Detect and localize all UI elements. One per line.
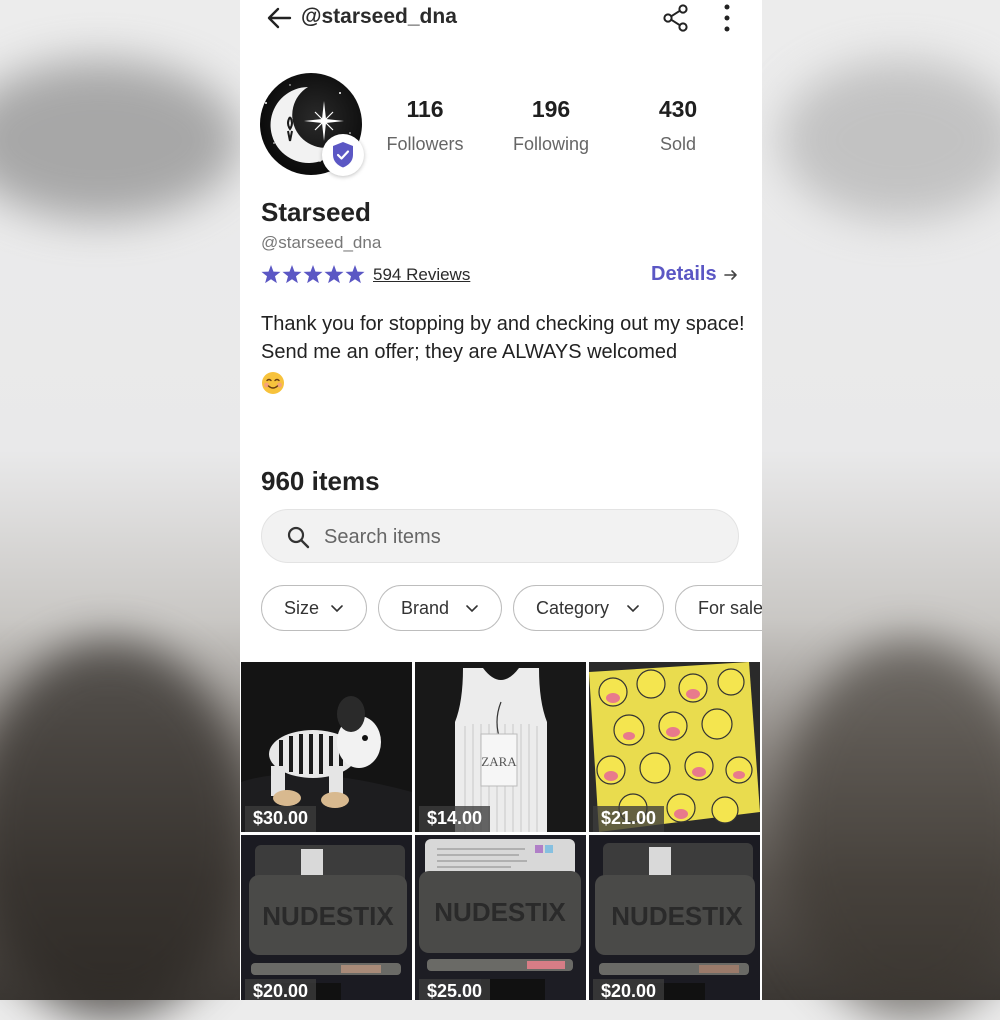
shop-screen: @starseed_dna 116 Followers 196 Followin… [240, 0, 762, 1000]
price-tag: $30.00 [245, 806, 317, 832]
star-icon [282, 265, 302, 284]
items-grid: $30.00 ZARA $14.00 $21.00 NUDESTIX $20.0… [241, 662, 762, 1000]
price-tag: $14.00 [419, 806, 491, 832]
listing-tile[interactable]: $30.00 [241, 662, 412, 832]
search-bar[interactable] [261, 509, 739, 563]
shop-name: Starseed [261, 197, 371, 227]
verified-badge [322, 134, 364, 176]
chevron-down-icon [627, 605, 639, 613]
reviews-link[interactable]: 594 Reviews [373, 265, 470, 285]
top-bar: @starseed_dna [240, 0, 762, 38]
price-tag: $20.00 [245, 979, 317, 1000]
bio-text: Thank you for stopping by and checking o… [261, 313, 745, 363]
price-tag: $20.00 [593, 979, 665, 1000]
listing-tile[interactable]: NUDESTIX $20.00 [589, 835, 760, 1000]
star-icon [303, 265, 323, 284]
filter-category[interactable]: Category [513, 585, 664, 631]
smiling-face-icon [262, 371, 284, 394]
background-blur [780, 60, 1000, 220]
svg-text:ZARA: ZARA [481, 754, 517, 769]
verified-shield-icon [333, 142, 353, 168]
chevron-down-icon [466, 605, 478, 613]
price-tag: $25.00 [419, 979, 491, 1000]
star-icon [261, 265, 281, 284]
filter-brand[interactable]: Brand [378, 585, 502, 631]
filter-category-label: Category [536, 598, 610, 618]
sold-stat: 430 Sold [618, 96, 738, 155]
listing-tile[interactable]: NUDESTIX $20.00 [241, 835, 412, 1000]
background-blur [0, 60, 240, 220]
listing-thumbnail: NUDESTIX [415, 835, 586, 1000]
followers-label: Followers [386, 134, 464, 154]
price-tag: $21.00 [593, 806, 665, 832]
svg-text:NUDESTIX: NUDESTIX [611, 901, 743, 931]
bio: Thank you for stopping by and checking o… [261, 310, 751, 395]
following-count: 196 [531, 96, 571, 122]
listing-tile[interactable]: NUDESTIX $25.00 [415, 835, 586, 1000]
filter-size[interactable]: Size [261, 585, 367, 631]
listing-thumbnail: NUDESTIX [241, 835, 412, 1000]
search-input[interactable] [322, 520, 726, 554]
star-icon [324, 265, 344, 284]
listing-tile[interactable]: $21.00 [589, 662, 760, 832]
listing-thumbnail: NUDESTIX [589, 835, 760, 1000]
chevron-down-icon [331, 605, 343, 613]
filter-brand-label: Brand [401, 598, 450, 618]
background-blur [780, 640, 1000, 1020]
sold-label: Sold [659, 134, 697, 154]
items-count: 960 items [261, 466, 380, 496]
filter-for-sale-label: For sale [698, 598, 762, 618]
details-link[interactable]: Details [651, 263, 717, 286]
listing-tile[interactable]: ZARA $14.00 [415, 662, 586, 832]
share-icon[interactable] [661, 3, 691, 33]
filter-for-sale[interactable]: For sale [675, 585, 762, 631]
more-vertical-icon[interactable] [714, 3, 740, 33]
search-icon [287, 526, 310, 549]
followers-stat[interactable]: 116 Followers [365, 96, 485, 155]
followers-count: 116 [406, 96, 444, 122]
page-title: @starseed_dna [301, 5, 457, 28]
background-blur [0, 640, 250, 1020]
filter-size-label: Size [284, 598, 320, 618]
following-stat[interactable]: 196 Following [491, 96, 611, 155]
arrow-right-icon[interactable] [723, 267, 739, 283]
back-arrow-icon[interactable] [266, 6, 292, 30]
svg-text:NUDESTIX: NUDESTIX [262, 901, 394, 931]
star-rating [261, 265, 365, 284]
svg-text:NUDESTIX: NUDESTIX [434, 897, 566, 927]
following-label: Following [512, 134, 590, 154]
shop-handle: @starseed_dna [261, 233, 382, 252]
star-icon [345, 265, 365, 284]
sold-count: 430 [658, 96, 698, 122]
